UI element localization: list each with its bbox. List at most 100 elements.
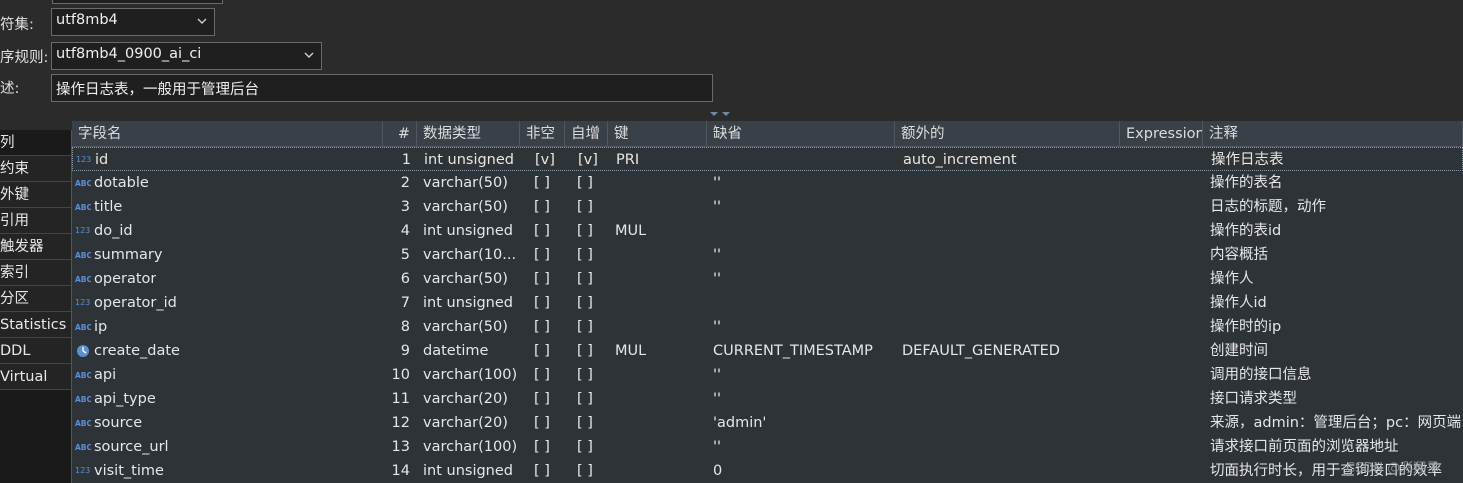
cell-not-null[interactable]: [ ] (534, 291, 550, 315)
cell-ordinal[interactable]: 14 (372, 459, 410, 483)
cell-comment[interactable]: 操作的表名 (1210, 171, 1283, 195)
cell-default[interactable]: '' (713, 435, 721, 459)
cell-default[interactable]: '' (713, 195, 721, 219)
cell-ordinal[interactable]: 4 (372, 219, 410, 243)
cell-default[interactable]: CURRENT_TIMESTAMP (713, 339, 873, 363)
cell-ordinal[interactable]: 9 (372, 339, 410, 363)
cell-extra[interactable]: DEFAULT_GENERATED (902, 339, 1060, 363)
cell-auto-increment[interactable]: [ ] (577, 315, 593, 339)
column-header-data-type[interactable]: 数据类型 (417, 121, 520, 147)
cell-default[interactable]: '' (713, 267, 721, 291)
cell-extra[interactable]: auto_increment (903, 148, 1017, 172)
cell-key[interactable]: MUL (615, 339, 646, 363)
cell-data-type[interactable]: varchar(50) (423, 195, 508, 219)
nav-item-3[interactable]: 引用 (0, 208, 71, 234)
cell-ordinal[interactable]: 3 (372, 195, 410, 219)
cell-field-name[interactable]: dotable (94, 171, 149, 195)
nav-item-0[interactable]: 列 (0, 130, 71, 156)
cell-field-name[interactable]: ip (94, 315, 107, 339)
cell-ordinal[interactable]: 7 (372, 291, 410, 315)
cell-ordinal[interactable]: 10 (372, 363, 410, 387)
cell-field-name[interactable]: api (94, 363, 116, 387)
cell-default[interactable]: 'admin' (713, 411, 766, 435)
comment-input[interactable]: 操作日志表，一般用于管理后台 (51, 74, 713, 102)
cell-comment[interactable]: 来源，admin：管理后台；pc：网页端 (1210, 411, 1461, 435)
table-row[interactable]: ABC source_url 13 varchar(100) [ ] [ ] '' 请求接口前… (72, 435, 1463, 459)
table-row[interactable]: ABC ip 8 varchar(50) [ ] [ ] '' 操作时的ip (72, 315, 1463, 339)
cell-data-type[interactable]: varchar(20) (423, 411, 508, 435)
cell-data-type[interactable]: varchar(50) (423, 171, 508, 195)
table-row[interactable]: ABC title 3 varchar(50) [ ] [ ] '' 日志的标题，动作 (72, 195, 1463, 219)
cell-field-name[interactable]: operator_id (94, 291, 177, 315)
cell-field-name[interactable]: visit_time (94, 459, 164, 483)
cell-not-null[interactable]: [ ] (534, 267, 550, 291)
cell-data-type[interactable]: int unsigned (423, 459, 513, 483)
cell-field-name[interactable]: do_id (94, 219, 133, 243)
cell-ordinal[interactable]: 2 (372, 171, 410, 195)
cell-field-name[interactable]: create_date (94, 339, 180, 363)
cell-auto-increment[interactable]: [ ] (577, 171, 593, 195)
cell-not-null[interactable]: [ ] (534, 411, 550, 435)
cell-comment[interactable]: 操作的表id (1210, 219, 1281, 243)
cell-not-null[interactable]: [ ] (534, 219, 550, 243)
cell-not-null[interactable]: [ ] (534, 195, 550, 219)
cell-ordinal[interactable]: 13 (372, 435, 410, 459)
table-row[interactable]: ABC api 10 varchar(100) [ ] [ ] '' 调用的接口信息 (72, 363, 1463, 387)
cell-data-type[interactable]: varchar(10... (423, 243, 516, 267)
cell-auto-increment[interactable]: [ ] (577, 387, 593, 411)
cell-field-name[interactable]: summary (94, 243, 162, 267)
column-header-ordinal[interactable]: # (383, 121, 417, 147)
table-row[interactable]: ABC source 12 varchar(20) [ ] [ ] 'admin' 来源，ad… (72, 411, 1463, 435)
table-row[interactable]: 123 visit_time 14 int unsigned[ ][ ] 0 切面执行时长… (72, 459, 1463, 483)
cell-key[interactable]: MUL (615, 219, 646, 243)
cell-field-name[interactable]: source (94, 411, 142, 435)
nav-item-1[interactable]: 约束 (0, 156, 71, 182)
cell-comment[interactable]: 操作人id (1210, 291, 1267, 315)
table-row[interactable]: ABC api_type 11 varchar(20) [ ] [ ] '' 接口请求类型 (72, 387, 1463, 411)
cell-auto-increment[interactable]: [ ] (577, 219, 593, 243)
cell-auto-increment[interactable]: [ ] (577, 291, 593, 315)
cell-ordinal[interactable]: 6 (372, 267, 410, 291)
cell-not-null[interactable]: [ ] (534, 435, 550, 459)
table-row[interactable]: create_date 9 datetime [ ] [ ] MUL CURRENT_TIM… (72, 339, 1463, 363)
cell-comment[interactable]: 日志的标题，动作 (1210, 195, 1326, 219)
cell-data-type[interactable]: int unsigned (424, 148, 514, 172)
nav-item-6[interactable]: 分区 (0, 286, 71, 312)
cell-auto-increment[interactable]: [ ] (577, 243, 593, 267)
nav-item-8[interactable]: DDL (0, 338, 71, 364)
table-row[interactable]: 123 do_id 4 int unsigned [ ] [ ] MUL 操作的表id (72, 219, 1463, 243)
cell-auto-increment[interactable]: [ ] (577, 411, 593, 435)
cell-data-type[interactable]: datetime (423, 339, 488, 363)
cell-comment[interactable]: 内容概括 (1210, 243, 1268, 267)
cell-ordinal[interactable]: 12 (372, 411, 410, 435)
cell-default[interactable]: '' (713, 171, 721, 195)
cell-data-type[interactable]: varchar(100) (423, 435, 517, 459)
cell-comment[interactable]: 接口请求类型 (1210, 387, 1297, 411)
column-header-key[interactable]: 键 (608, 121, 707, 147)
cell-default[interactable]: '' (713, 243, 721, 267)
cell-comment[interactable]: 创建时间 (1210, 339, 1268, 363)
cell-field-name[interactable]: title (94, 195, 122, 219)
column-header-auto-increment[interactable]: 自增 (565, 121, 608, 147)
cell-not-null[interactable]: [ ] (534, 243, 550, 267)
cell-ordinal[interactable]: 11 (372, 387, 410, 411)
table-row[interactable]: 123 operator_id 7 int unsigned [ ] [ ] 操作人id (72, 291, 1463, 315)
cell-ordinal[interactable]: 5 (372, 243, 410, 267)
cell-auto-increment[interactable]: [v] (578, 148, 598, 172)
cell-not-null[interactable]: [ ] (534, 315, 550, 339)
cell-auto-increment[interactable]: [ ] (577, 339, 593, 363)
table-row[interactable]: ABC summary 5 varchar(10... [ ] [ ] '' 内容概括 (72, 243, 1463, 267)
nav-item-9[interactable]: Virtual (0, 364, 71, 390)
cell-not-null[interactable]: [ ] (534, 387, 550, 411)
cell-not-null[interactable]: [ ] (534, 363, 550, 387)
table-row[interactable]: ABC dotable 2 varchar(50) [ ] [ ] '' 操作的表名 (72, 171, 1463, 195)
column-header-not-null[interactable]: 非空 (520, 121, 565, 147)
column-header-field-name[interactable]: 字段名 (72, 121, 383, 147)
cell-default[interactable]: '' (713, 315, 721, 339)
column-header-comment[interactable]: 注释 (1203, 121, 1463, 147)
cell-key[interactable]: PRI (616, 148, 639, 172)
cell-comment[interactable]: 操作人 (1210, 267, 1254, 291)
nav-item-2[interactable]: 外键 (0, 182, 71, 208)
cell-data-type[interactable]: varchar(50) (423, 267, 508, 291)
cell-not-null[interactable]: [ ] (534, 339, 550, 363)
